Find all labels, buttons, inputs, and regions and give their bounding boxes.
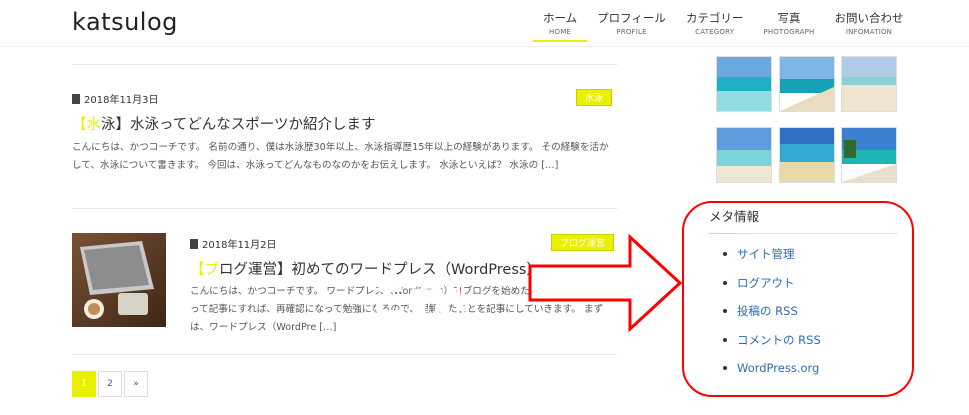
post-date: 2018年11月2日: [190, 236, 277, 251]
widget-title-underline: [709, 233, 898, 234]
title-bracket: 【: [72, 117, 87, 133]
gallery-photo[interactable]: [841, 127, 897, 183]
link-wordpress-org[interactable]: WordPress.org: [720, 360, 821, 389]
title-accent: ブ: [204, 262, 220, 278]
nav-sublabel: PROFILE: [616, 28, 647, 36]
nav-category[interactable]: カテゴリー CATEGORY: [676, 10, 754, 42]
gallery-photo[interactable]: [716, 127, 772, 183]
divider: [72, 64, 617, 65]
red-arrow-icon: [528, 233, 683, 333]
calendar-icon: [72, 94, 80, 104]
global-nav: ホーム HOME プロフィール PROFILE カテゴリー CATEGORY 写…: [533, 10, 914, 42]
divider: [72, 208, 617, 209]
nav-sublabel: CATEGORY: [695, 28, 735, 36]
next-page[interactable]: »: [124, 371, 148, 397]
nav-sublabel: PHOTOGRAPH: [763, 28, 815, 36]
meta-links: サイト管理 ログアウト 投稿の RSS コメントの RSS WordPress.…: [720, 246, 821, 389]
divider: [72, 354, 617, 355]
calendar-icon: [190, 239, 198, 249]
link-posts-rss[interactable]: 投稿の RSS: [720, 303, 821, 332]
post-date-text: 2018年11月2日: [202, 240, 277, 251]
post-excerpt: こんにちは、かつコーチです。 名前の通り、僕は水泳歴30年以上、水泳指導歴15年…: [72, 142, 609, 171]
page-1[interactable]: 1: [72, 371, 96, 397]
post-date: 2018年11月3日: [72, 91, 159, 106]
gallery-photo[interactable]: [779, 127, 835, 183]
nav-photograph[interactable]: 写真 PHOTOGRAPH: [753, 10, 824, 42]
annotation-text: これ！: [370, 278, 492, 324]
widget-title: メタ情報: [709, 209, 760, 224]
nav-label: ホーム: [543, 11, 578, 25]
post-date-text: 2018年11月3日: [84, 95, 159, 106]
site-header: katsulog ホーム HOME プロフィール PROFILE カテゴリー C…: [0, 0, 969, 47]
link-logout[interactable]: ログアウト: [720, 275, 821, 304]
link-site-admin[interactable]: サイト管理: [720, 246, 821, 275]
title-text: 泳】水泳ってどんなスポーツか紹介します: [101, 117, 376, 133]
gallery-photo[interactable]: [716, 56, 772, 112]
site-logo[interactable]: katsulog: [72, 8, 178, 36]
nav-label: 写真: [777, 11, 801, 25]
title-bracket: 【: [190, 262, 205, 278]
nav-profile[interactable]: プロフィール PROFILE: [587, 10, 676, 42]
nav-sublabel: HOME: [549, 28, 572, 36]
gallery-photo[interactable]: [779, 56, 835, 112]
nav-label: お問い合わせ: [834, 11, 904, 25]
pagination: 1 2 »: [72, 371, 150, 397]
nav-label: カテゴリー: [685, 11, 744, 25]
link-comments-rss[interactable]: コメントの RSS: [720, 332, 821, 361]
post-thumbnail[interactable]: [72, 233, 166, 327]
page-2[interactable]: 2: [98, 371, 122, 397]
post-title[interactable]: 【水泳】水泳ってどんなスポーツか紹介します: [72, 113, 375, 134]
nav-information[interactable]: お問い合わせ INFOMATION: [825, 10, 914, 42]
nav-home[interactable]: ホーム HOME: [533, 10, 588, 42]
title-accent: 水: [86, 117, 102, 133]
nav-label: プロフィール: [597, 11, 666, 25]
nav-sublabel: INFOMATION: [845, 28, 893, 36]
category-badge[interactable]: 水泳: [576, 89, 613, 106]
gallery-photo[interactable]: [841, 56, 897, 112]
